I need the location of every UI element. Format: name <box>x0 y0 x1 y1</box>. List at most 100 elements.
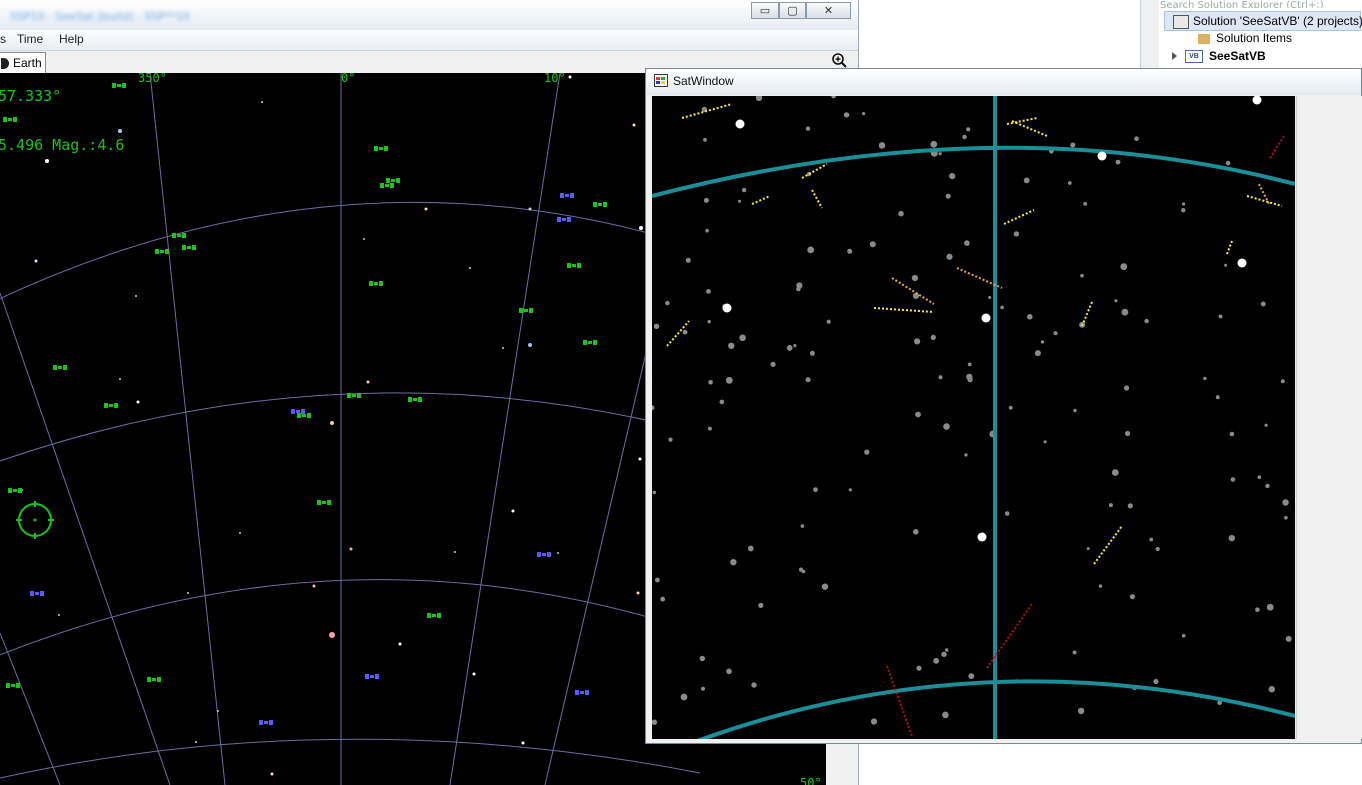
field-star <box>869 241 876 248</box>
field-star <box>685 257 691 263</box>
menu-item-time[interactable]: Time <box>17 32 43 46</box>
field-star <box>741 187 747 193</box>
satellite-icon[interactable] <box>8 488 22 493</box>
satellite-icon[interactable] <box>3 117 17 122</box>
field-star <box>1285 635 1292 642</box>
field-star <box>1013 231 1020 237</box>
field-star <box>1111 469 1119 476</box>
menu-item-help[interactable]: Help <box>59 32 84 46</box>
satellite-icon[interactable] <box>6 683 20 688</box>
satellite-icon[interactable] <box>104 403 118 408</box>
zoom-icon[interactable] <box>831 52 847 68</box>
field-star <box>728 342 735 349</box>
satellite-icon[interactable] <box>369 281 383 286</box>
bright-star <box>1097 151 1107 161</box>
tree-item-solution-items[interactable]: Solution Items <box>1198 29 1292 47</box>
satellite-field-view[interactable] <box>652 96 1295 739</box>
field-star <box>786 345 793 351</box>
app-window-icon <box>654 74 668 87</box>
field-star <box>1224 263 1228 267</box>
field-star <box>1127 503 1133 509</box>
satellite-icon[interactable] <box>519 308 533 313</box>
bright-star <box>735 119 745 129</box>
readout-magnitude: 5.496 Mag.:4.6 <box>0 136 125 154</box>
field-star <box>1023 177 1030 184</box>
field-star <box>770 361 776 367</box>
satellite-icon[interactable] <box>583 340 597 345</box>
satellite-icon[interactable] <box>427 613 441 618</box>
field-star <box>988 296 992 299</box>
tree-item-label: Solution 'SeeSatVB' (2 projects) <box>1193 14 1362 28</box>
main-title-bar[interactable]: SSP10 - SeeSat [build] - SSP**10 ▭ ▢ ✕ <box>0 0 858 30</box>
satellite-icon[interactable] <box>557 217 571 222</box>
field-star <box>1264 423 1268 427</box>
satellite-icon[interactable] <box>155 249 169 254</box>
field-star <box>1129 594 1135 600</box>
satellite-icon[interactable] <box>317 500 331 505</box>
minimize-button[interactable]: ▭ <box>751 2 779 19</box>
vb-project-icon: VB <box>1185 50 1203 64</box>
field-star <box>738 199 741 203</box>
satellite-icon[interactable] <box>30 591 44 596</box>
sat-window: SatWindow <box>645 68 1362 744</box>
field-star <box>682 329 688 335</box>
field-star <box>730 559 737 566</box>
tree-item-label: Solution Items <box>1216 31 1293 45</box>
field-star <box>862 112 866 116</box>
field-star <box>807 246 815 254</box>
tree-item-seesatvb[interactable]: VB SeeSatVB <box>1172 47 1266 65</box>
field-star <box>652 405 655 411</box>
field-star <box>798 567 804 572</box>
satellite-icon[interactable] <box>53 365 67 370</box>
field-star <box>1255 607 1260 612</box>
satellite-icon[interactable] <box>291 409 305 414</box>
field-star <box>708 380 713 385</box>
field-star <box>739 334 746 342</box>
tree-item-solution[interactable]: Solution 'SeeSatVB' (2 projects) <box>1164 11 1362 31</box>
field-star <box>796 286 801 292</box>
field-star <box>726 668 732 675</box>
satellite-icon[interactable] <box>537 552 551 557</box>
satellite-icon[interactable] <box>182 245 196 250</box>
field-star <box>1229 431 1235 437</box>
sat-window-title-bar[interactable]: SatWindow <box>646 69 1361 95</box>
menu-item-tools[interactable]: s <box>0 32 6 46</box>
folder-icon <box>1198 33 1210 44</box>
field-star <box>913 529 919 535</box>
menu-bar: s Time Help <box>0 30 858 51</box>
satellite-icon[interactable] <box>567 263 581 268</box>
satellite-icon[interactable] <box>593 202 607 207</box>
satellite-icon[interactable] <box>374 146 388 151</box>
scale-label-350: 350° <box>138 73 167 85</box>
sat-window-title: SatWindow <box>673 74 734 88</box>
field-star <box>1125 430 1131 437</box>
crosshair-target-icon[interactable] <box>16 501 54 539</box>
satellite-icon[interactable] <box>380 183 394 188</box>
field-star <box>707 426 712 431</box>
satellite-icon[interactable] <box>259 720 273 725</box>
satellite-icon[interactable] <box>575 690 589 695</box>
field-star <box>1225 160 1231 166</box>
satellite-icon[interactable] <box>112 83 126 88</box>
satellite-icon[interactable] <box>147 677 161 682</box>
satellite-icon[interactable] <box>347 393 361 398</box>
satellite-icon[interactable] <box>365 674 379 679</box>
field-star <box>758 602 764 608</box>
satellite-icon[interactable] <box>560 193 574 198</box>
satellite-icon[interactable] <box>172 233 186 238</box>
field-star <box>848 488 852 492</box>
tree-item-label: SeeSatVB <box>1209 49 1266 63</box>
bright-star <box>977 532 987 542</box>
field-star <box>1182 202 1186 206</box>
maximize-button[interactable]: ▢ <box>779 2 806 19</box>
field-star <box>962 134 967 140</box>
scale-label-50: 50° <box>800 776 822 785</box>
sat-field-canvas[interactable] <box>652 96 1295 739</box>
close-button[interactable]: ✕ <box>806 2 851 19</box>
field-star <box>967 377 973 383</box>
expand-arrow-icon[interactable] <box>1172 52 1177 60</box>
tab-earth[interactable]: Earth <box>0 52 46 73</box>
field-star <box>1218 314 1223 319</box>
field-star <box>1098 584 1103 588</box>
satellite-icon[interactable] <box>408 397 422 402</box>
